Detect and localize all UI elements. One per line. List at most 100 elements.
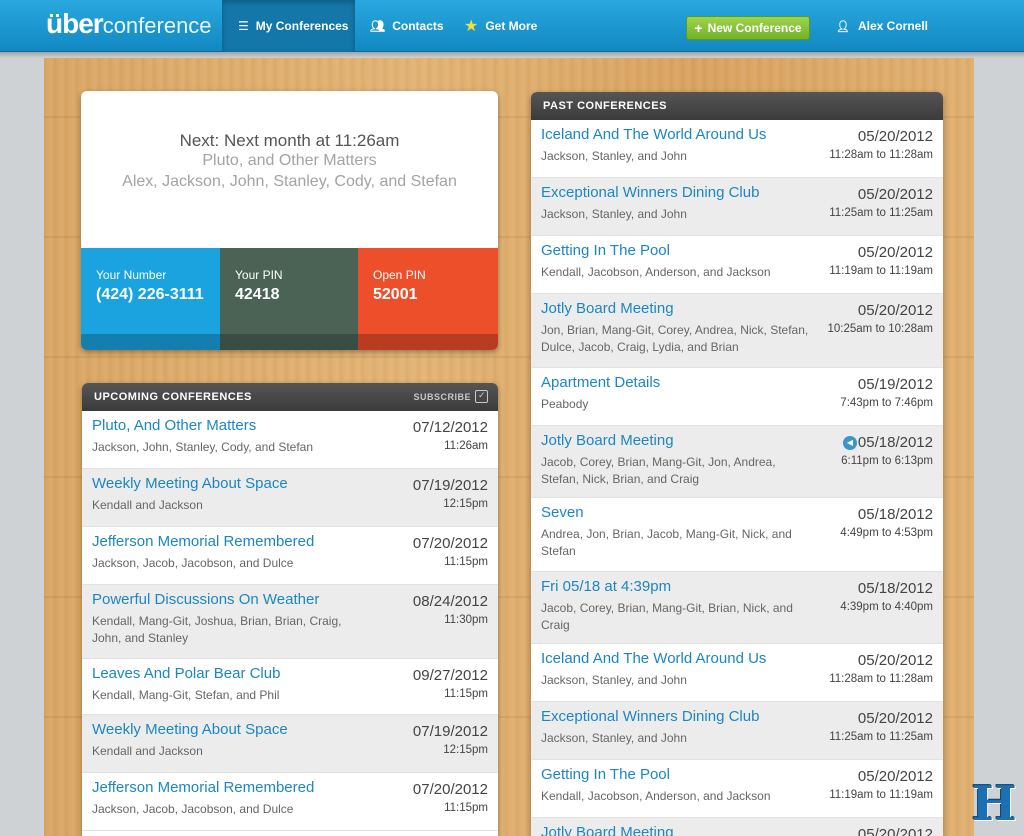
open-pin-tile: Open PIN 52001 bbox=[358, 248, 498, 350]
open-pin-value: 52001 bbox=[373, 286, 418, 303]
speaker-icon[interactable]: ◀ bbox=[843, 436, 857, 450]
conference-participants: Kendall, Jacobson, Anderson, and Jackson bbox=[541, 265, 771, 279]
conference-date: 05/20/2012 bbox=[857, 186, 933, 203]
conference-title-link[interactable]: Pluto, And Other Matters bbox=[92, 417, 256, 434]
conference-time: 11:15pm bbox=[444, 802, 488, 814]
conference-date: 08/24/2012 bbox=[412, 593, 488, 610]
conference-title-link[interactable]: Iceland And The World Around Us bbox=[541, 650, 766, 667]
conference-row[interactable]: Getting In The Pool Kendall, Jacobson, An… bbox=[531, 760, 943, 818]
conference-row[interactable]: Apartment Details Peabody 05/19/2012 7:43pm… bbox=[531, 368, 943, 426]
conference-row[interactable]: Jefferson Memorial Remembered Jackson, Ja… bbox=[82, 773, 498, 831]
upcoming-conferences-panel: UPCOMING CONFERENCES SUBSCRIBE Pluto, An… bbox=[82, 383, 498, 836]
conference-time: 11:15pm bbox=[444, 556, 488, 568]
conference-participants: Kendall, Mang-Git, Joshua, Brian, Brian,… bbox=[92, 614, 342, 645]
conference-row[interactable]: Exceptional Winners Dining Club Jackson, … bbox=[531, 178, 943, 236]
conference-title-link[interactable]: Weekly Meeting About Space bbox=[92, 475, 288, 492]
conference-row[interactable]: Jotly Board Meeting 05/20/2012 bbox=[531, 818, 943, 836]
conference-title-link[interactable]: Exceptional Winners Dining Club bbox=[541, 708, 759, 725]
conference-participants: Peabody bbox=[541, 397, 589, 411]
conference-row[interactable]: Jefferson Memorial Remembered Jackson, Ja… bbox=[82, 527, 498, 585]
conference-title-link[interactable]: Jotly Board Meeting bbox=[541, 300, 674, 317]
conference-title-link[interactable]: Getting In The Pool bbox=[541, 242, 670, 259]
tile-footer bbox=[81, 334, 220, 350]
conference-title-link[interactable]: Jefferson Memorial Remembered bbox=[92, 779, 314, 796]
list-icon: ☰ bbox=[238, 19, 249, 33]
conference-participants: Kendall, Jacobson, Anderson, and Jackson bbox=[541, 789, 771, 803]
subscribe-label: SUBSCRIBE bbox=[413, 391, 471, 402]
past-conferences-heading: PAST CONFERENCES bbox=[543, 100, 667, 112]
conference-title-link[interactable]: Fri 05/18 at 4:39pm bbox=[541, 578, 671, 595]
nav-contacts[interactable]: 👥︎ Contacts bbox=[370, 0, 444, 52]
conference-time: 11:19am to 11:19am bbox=[829, 789, 933, 801]
conference-title-link[interactable]: Weekly Meeting About Space bbox=[92, 721, 288, 738]
conference-participants: Jacob, Corey, Brian, Mang-Git, Brian, Ni… bbox=[541, 601, 793, 632]
conference-time: 12:15pm bbox=[443, 498, 488, 510]
conference-date: 05/20/2012 bbox=[857, 826, 933, 836]
conference-title-link[interactable]: Apartment Details bbox=[541, 374, 660, 391]
conference-title-link[interactable]: Jefferson Memorial Remembered bbox=[92, 533, 314, 550]
conference-title-link[interactable]: Iceland And The World Around Us bbox=[541, 126, 766, 143]
conference-row[interactable]: Leaves And Polar Bear Club Kendall, Mang-… bbox=[82, 659, 498, 715]
calendar-icon bbox=[475, 390, 488, 403]
conference-time: 4:39pm to 4:40pm bbox=[840, 601, 933, 613]
next-conference-participants: Alex, Jackson, John, Stanley, Cody, and … bbox=[122, 173, 457, 190]
conference-row[interactable]: Seven Andrea, Jon, Brian, Jacob, Mang-Git… bbox=[531, 498, 943, 572]
conference-row[interactable]: Pluto, And Other Matters Jackson, John, S… bbox=[82, 411, 498, 469]
upcoming-conferences-heading: UPCOMING CONFERENCES bbox=[94, 391, 252, 403]
conference-row[interactable]: Iceland And The World Around Us Jackson, … bbox=[531, 644, 943, 702]
user-menu[interactable]: 👤︎ Alex Cornell bbox=[836, 0, 928, 52]
uberconference-logo[interactable]: über conference bbox=[46, 8, 212, 42]
nav-get-more-label: Get More bbox=[485, 19, 538, 33]
next-conference-subject[interactable]: Pluto, and Other Matters bbox=[81, 152, 498, 170]
conference-row[interactable]: Weekly Meeting About Space Kendall and Ja… bbox=[82, 469, 498, 527]
tile-footer bbox=[358, 334, 498, 350]
conference-participants: Jacob, Corey, Brian, Mang-Git, Jon, Andr… bbox=[541, 455, 776, 486]
new-conference-label: New Conference bbox=[707, 21, 802, 35]
subscribe-button[interactable]: SUBSCRIBE bbox=[413, 390, 488, 403]
conference-row[interactable]: Powerful Discussions On Weather Kendall, … bbox=[82, 585, 498, 659]
nav-my-conferences[interactable]: ☰ My Conferences bbox=[222, 0, 355, 52]
conference-title-link[interactable]: Exceptional Winners Dining Club bbox=[541, 184, 759, 201]
conference-title-link[interactable]: Jotly Board Meeting bbox=[541, 432, 674, 449]
people-icon: 👥︎ bbox=[370, 19, 386, 33]
nav-contacts-label: Contacts bbox=[392, 19, 444, 33]
conference-title-link[interactable]: Powerful Discussions On Weather bbox=[92, 591, 319, 608]
conference-time: 6:11pm to 6:13pm bbox=[841, 455, 933, 467]
conference-row[interactable]: Exceptional Winners Dining Club Jackson, … bbox=[531, 702, 943, 760]
conference-title-link[interactable]: Jotly Board Meeting bbox=[541, 824, 674, 836]
conference-title-link[interactable]: Seven bbox=[541, 504, 584, 521]
conference-row[interactable]: Jotly Board Meeting Jon, Brian, Mang-Git,… bbox=[531, 294, 943, 368]
conference-participants: Jackson, Stanley, and John bbox=[541, 149, 687, 163]
plus-icon: + bbox=[694, 20, 703, 36]
conference-row[interactable]: Fri 05/18 at 4:39pm Jacob, Corey, Brian, … bbox=[531, 572, 943, 644]
conference-participants: Jackson, Jacob, Jacobson, and Dulce bbox=[92, 556, 294, 570]
open-pin-label: Open PIN bbox=[373, 268, 426, 282]
conference-date: 07/19/2012 bbox=[412, 723, 488, 740]
conference-title-link[interactable]: Getting In The Pool bbox=[541, 766, 670, 783]
conference-row[interactable]: Weekly Meeting About Space Kendall and Ja… bbox=[82, 715, 498, 773]
conference-title-link[interactable]: Leaves And Polar Bear Club bbox=[92, 665, 280, 682]
conference-participants: Andrea, Jon, Brian, Jacob, Mang-Git, Nic… bbox=[541, 527, 792, 558]
conference-time: 11:15pm bbox=[444, 688, 488, 700]
conference-row[interactable]: Getting In The Pool Kendall, Jacobson, An… bbox=[531, 236, 943, 294]
conference-time: 11:25am to 11:25am bbox=[829, 731, 933, 743]
conference-row[interactable]: Jotly Board Meeting Jacob, Corey, Brian, … bbox=[531, 426, 943, 498]
conference-date: 05/20/2012 bbox=[857, 128, 933, 145]
upcoming-conferences-list: Pluto, And Other Matters Jackson, John, S… bbox=[82, 411, 498, 831]
past-conferences-header: PAST CONFERENCES bbox=[531, 92, 943, 120]
nav-get-more[interactable]: ★ Get More bbox=[464, 0, 537, 52]
conference-participants: Jackson, Stanley, and John bbox=[541, 207, 687, 221]
conference-date: 05/18/2012 bbox=[857, 506, 933, 523]
your-number-label: Your Number bbox=[96, 268, 167, 282]
conference-date: 07/20/2012 bbox=[412, 781, 488, 798]
conference-participants: Jon, Brian, Mang-Git, Corey, Andrea, Nic… bbox=[541, 323, 809, 354]
conference-date: 05/20/2012 bbox=[857, 244, 933, 261]
your-number-tile: Your Number (424) 226-3111 bbox=[81, 248, 220, 350]
past-conferences-panel: PAST CONFERENCES Iceland And The World A… bbox=[531, 92, 943, 836]
conference-row[interactable]: Iceland And The World Around Us Jackson, … bbox=[531, 120, 943, 178]
nav-my-conferences-label: My Conferences bbox=[255, 19, 349, 33]
conference-participants: Jackson, Stanley, and John bbox=[541, 731, 687, 745]
conference-participants: Kendall and Jackson bbox=[92, 498, 203, 512]
new-conference-button[interactable]: + New Conference bbox=[686, 16, 810, 40]
conference-time: 11:30pm bbox=[444, 614, 488, 626]
